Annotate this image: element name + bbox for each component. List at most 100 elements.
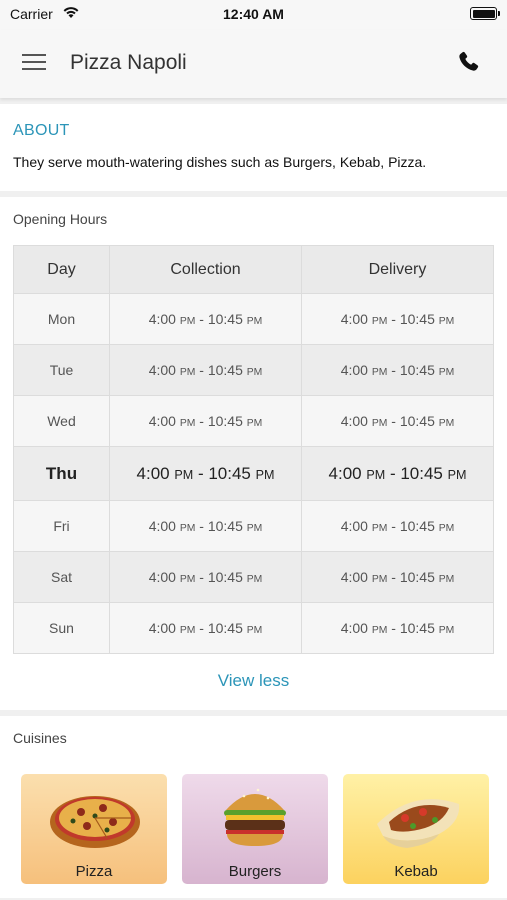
delivery-hours-cell: 4:00 PM - 10:45 PM bbox=[301, 395, 494, 447]
opening-hours-rows: Mon 4:00 PM - 10:45 PM 4:00 PM - 10:45 PM T… bbox=[13, 293, 494, 654]
ampm-label: PM bbox=[246, 316, 263, 327]
ampm-label: PM bbox=[447, 467, 467, 482]
time-value: 10:45 bbox=[207, 413, 243, 429]
clock: 12:40 AM bbox=[223, 6, 284, 22]
collection-hours-cell: 4:00 PM - 10:45 PM bbox=[109, 602, 302, 654]
ampm-label: PM bbox=[179, 625, 196, 636]
time-value: 10:45 bbox=[399, 569, 435, 585]
ampm-label: PM bbox=[371, 574, 388, 585]
app-header: Pizza Napoli bbox=[0, 30, 507, 98]
view-less-link[interactable]: View less bbox=[0, 671, 507, 691]
time-value: 10:45 bbox=[207, 311, 243, 327]
ampm-label: PM bbox=[246, 625, 263, 636]
table-header-row: Day Collection Delivery bbox=[13, 245, 494, 294]
about-section: ABOUT They serve mouth-watering dishes s… bbox=[0, 104, 507, 191]
cuisine-label-pizza: Pizza bbox=[75, 863, 113, 880]
time-value: 4:00 bbox=[340, 362, 368, 378]
table-row: Fri 4:00 PM - 10:45 PM 4:00 PM - 10:45 PM bbox=[13, 500, 494, 552]
status-bar: Carrier 12:40 AM bbox=[0, 0, 507, 30]
ampm-label: PM bbox=[246, 418, 263, 429]
time-value: 10:45 bbox=[207, 569, 243, 585]
table-row: Wed 4:00 PM - 10:45 PM 4:00 PM - 10:45 PM bbox=[13, 395, 494, 447]
time-value: 4:00 bbox=[340, 620, 368, 636]
cuisines-section: Cuisines Pizza Burgers Kebab bbox=[0, 716, 507, 898]
opening-hours-heading: Opening Hours bbox=[13, 211, 108, 227]
ampm-label: PM bbox=[371, 625, 388, 636]
collection-hours-cell: 4:00 PM - 10:45 PM bbox=[109, 500, 302, 552]
ampm-label: PM bbox=[438, 367, 455, 378]
day-cell: Mon bbox=[13, 293, 110, 345]
cuisine-label-kebab: Kebab bbox=[394, 863, 438, 880]
time-value: 4:00 bbox=[148, 413, 176, 429]
time-value: 10:45 bbox=[399, 518, 435, 534]
page-title: Pizza Napoli bbox=[70, 51, 187, 74]
ampm-label: PM bbox=[179, 523, 196, 534]
app-screen: Carrier 12:40 AM Pizza Napoli ABOUT They… bbox=[0, 0, 507, 900]
time-value: 4:00 bbox=[148, 362, 176, 378]
time-value: 4:00 bbox=[328, 463, 362, 483]
time-value: 4:00 bbox=[148, 518, 176, 534]
table-row: Thu 4:00 PM - 10:45 PM 4:00 PM - 10:45 PM bbox=[13, 446, 494, 501]
ampm-label: PM bbox=[174, 467, 194, 482]
about-description: They serve mouth-watering dishes such as… bbox=[13, 154, 427, 170]
time-value: 10:45 bbox=[400, 463, 443, 483]
cuisine-tile-pizza[interactable]: Pizza bbox=[21, 774, 167, 884]
ampm-label: PM bbox=[438, 418, 455, 429]
battery-icon bbox=[470, 7, 500, 20]
time-value: 4:00 bbox=[148, 569, 176, 585]
table-row: Mon 4:00 PM - 10:45 PM 4:00 PM - 10:45 PM bbox=[13, 293, 494, 345]
cuisine-label-burgers: Burgers bbox=[228, 863, 282, 880]
cuisine-tile-kebab[interactable]: Kebab bbox=[343, 774, 489, 884]
time-value: 10:45 bbox=[399, 413, 435, 429]
delivery-hours-cell: 4:00 PM - 10:45 PM bbox=[301, 602, 494, 654]
time-value: 10:45 bbox=[399, 362, 435, 378]
column-header-delivery: Delivery bbox=[301, 245, 494, 294]
ampm-label: PM bbox=[371, 523, 388, 534]
table-row: Sun 4:00 PM - 10:45 PM 4:00 PM - 10:45 PM bbox=[13, 602, 494, 654]
column-header-day: Day bbox=[13, 245, 110, 294]
delivery-hours-cell: 4:00 PM - 10:45 PM bbox=[301, 446, 494, 501]
day-cell: Sat bbox=[13, 551, 110, 603]
delivery-hours-cell: 4:00 PM - 10:45 PM bbox=[301, 293, 494, 345]
ampm-label: PM bbox=[246, 574, 263, 585]
ampm-label: PM bbox=[371, 316, 388, 327]
time-value: 4:00 bbox=[148, 311, 176, 327]
ampm-label: PM bbox=[246, 367, 263, 378]
time-value: 10:45 bbox=[207, 362, 243, 378]
hamburger-menu-icon[interactable] bbox=[22, 52, 48, 72]
ampm-label: PM bbox=[438, 523, 455, 534]
ampm-label: PM bbox=[438, 625, 455, 636]
time-value: 10:45 bbox=[208, 463, 251, 483]
time-value: 10:45 bbox=[207, 620, 243, 636]
time-value: 4:00 bbox=[136, 463, 170, 483]
ampm-label: PM bbox=[371, 418, 388, 429]
ampm-label: PM bbox=[179, 367, 196, 378]
ampm-label: PM bbox=[438, 574, 455, 585]
delivery-hours-cell: 4:00 PM - 10:45 PM bbox=[301, 344, 494, 396]
delivery-hours-cell: 4:00 PM - 10:45 PM bbox=[301, 500, 494, 552]
cuisines-heading: Cuisines bbox=[13, 730, 67, 746]
day-cell: Thu bbox=[13, 446, 110, 501]
phone-icon[interactable] bbox=[456, 50, 480, 74]
ampm-label: PM bbox=[366, 467, 386, 482]
opening-hours-section: Opening Hours Day Collection Delivery Mo… bbox=[0, 197, 507, 710]
column-header-collection: Collection bbox=[109, 245, 302, 294]
day-cell: Fri bbox=[13, 500, 110, 552]
time-value: 4:00 bbox=[340, 518, 368, 534]
time-value: 4:00 bbox=[340, 311, 368, 327]
collection-hours-cell: 4:00 PM - 10:45 PM bbox=[109, 344, 302, 396]
collection-hours-cell: 4:00 PM - 10:45 PM bbox=[109, 293, 302, 345]
ampm-label: PM bbox=[179, 418, 196, 429]
day-cell: Tue bbox=[13, 344, 110, 396]
day-cell: Wed bbox=[13, 395, 110, 447]
table-row: Sat 4:00 PM - 10:45 PM 4:00 PM - 10:45 PM bbox=[13, 551, 494, 603]
time-value: 10:45 bbox=[207, 518, 243, 534]
ampm-label: PM bbox=[255, 467, 275, 482]
cuisine-tile-burgers[interactable]: Burgers bbox=[182, 774, 328, 884]
time-value: 4:00 bbox=[340, 413, 368, 429]
time-value: 10:45 bbox=[399, 620, 435, 636]
time-value: 10:45 bbox=[399, 311, 435, 327]
ampm-label: PM bbox=[179, 574, 196, 585]
ampm-label: PM bbox=[246, 523, 263, 534]
collection-hours-cell: 4:00 PM - 10:45 PM bbox=[109, 446, 302, 501]
